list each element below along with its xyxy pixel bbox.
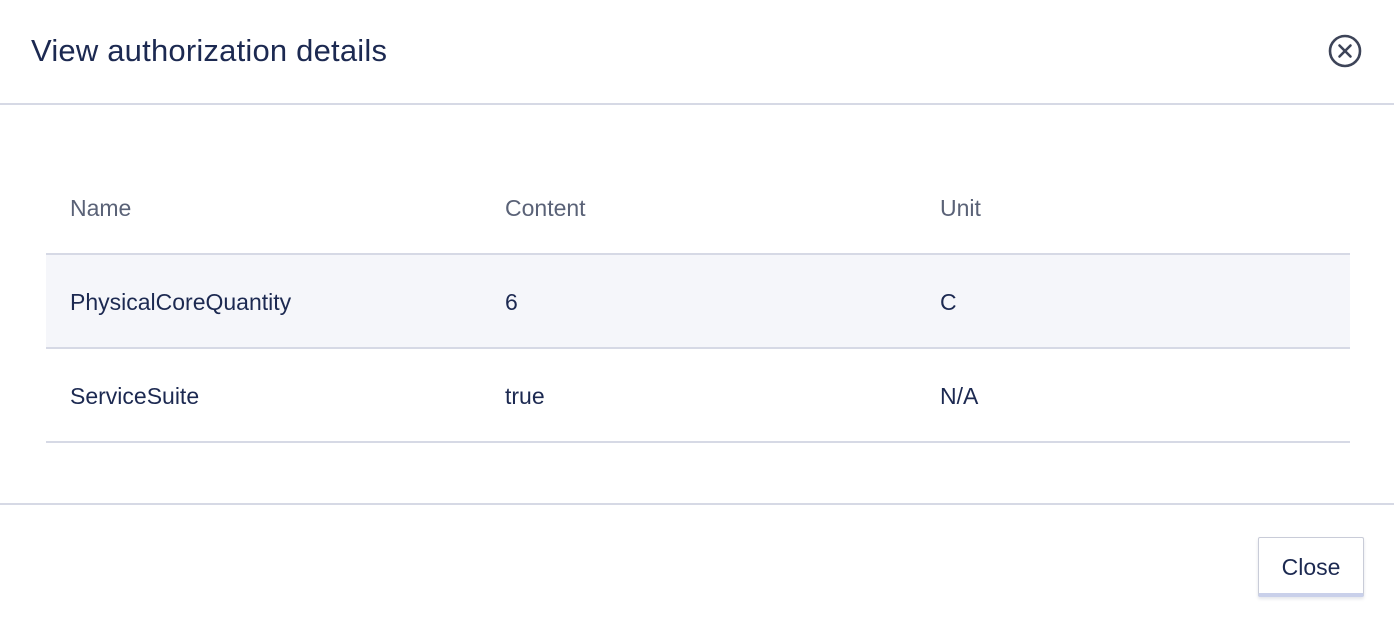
dialog-header: View authorization details: [0, 0, 1394, 105]
cell-unit: C: [940, 289, 957, 315]
column-header-name: Name: [70, 195, 132, 221]
cell-name: ServiceSuite: [70, 383, 200, 409]
column-header-unit: Unit: [940, 195, 981, 221]
dialog-footer: Close: [0, 503, 1394, 626]
table-row: ServiceSuite true N/A: [46, 349, 1350, 443]
cell-content: 6: [505, 289, 518, 315]
dialog-title: View authorization details: [31, 33, 388, 68]
authorization-table: Name Content Unit PhysicalCoreQuantity 6…: [46, 162, 1350, 443]
cell-content: true: [505, 383, 545, 409]
cell-name: PhysicalCoreQuantity: [70, 289, 292, 315]
table-row: PhysicalCoreQuantity 6 C: [46, 255, 1350, 349]
close-button[interactable]: Close: [1258, 537, 1364, 597]
cell-unit: N/A: [940, 383, 979, 409]
close-icon[interactable]: [1328, 34, 1362, 68]
column-header-content: Content: [505, 195, 586, 221]
authorization-dialog: View authorization details Name Content …: [0, 0, 1394, 626]
table-header: Name Content Unit: [46, 162, 1350, 255]
